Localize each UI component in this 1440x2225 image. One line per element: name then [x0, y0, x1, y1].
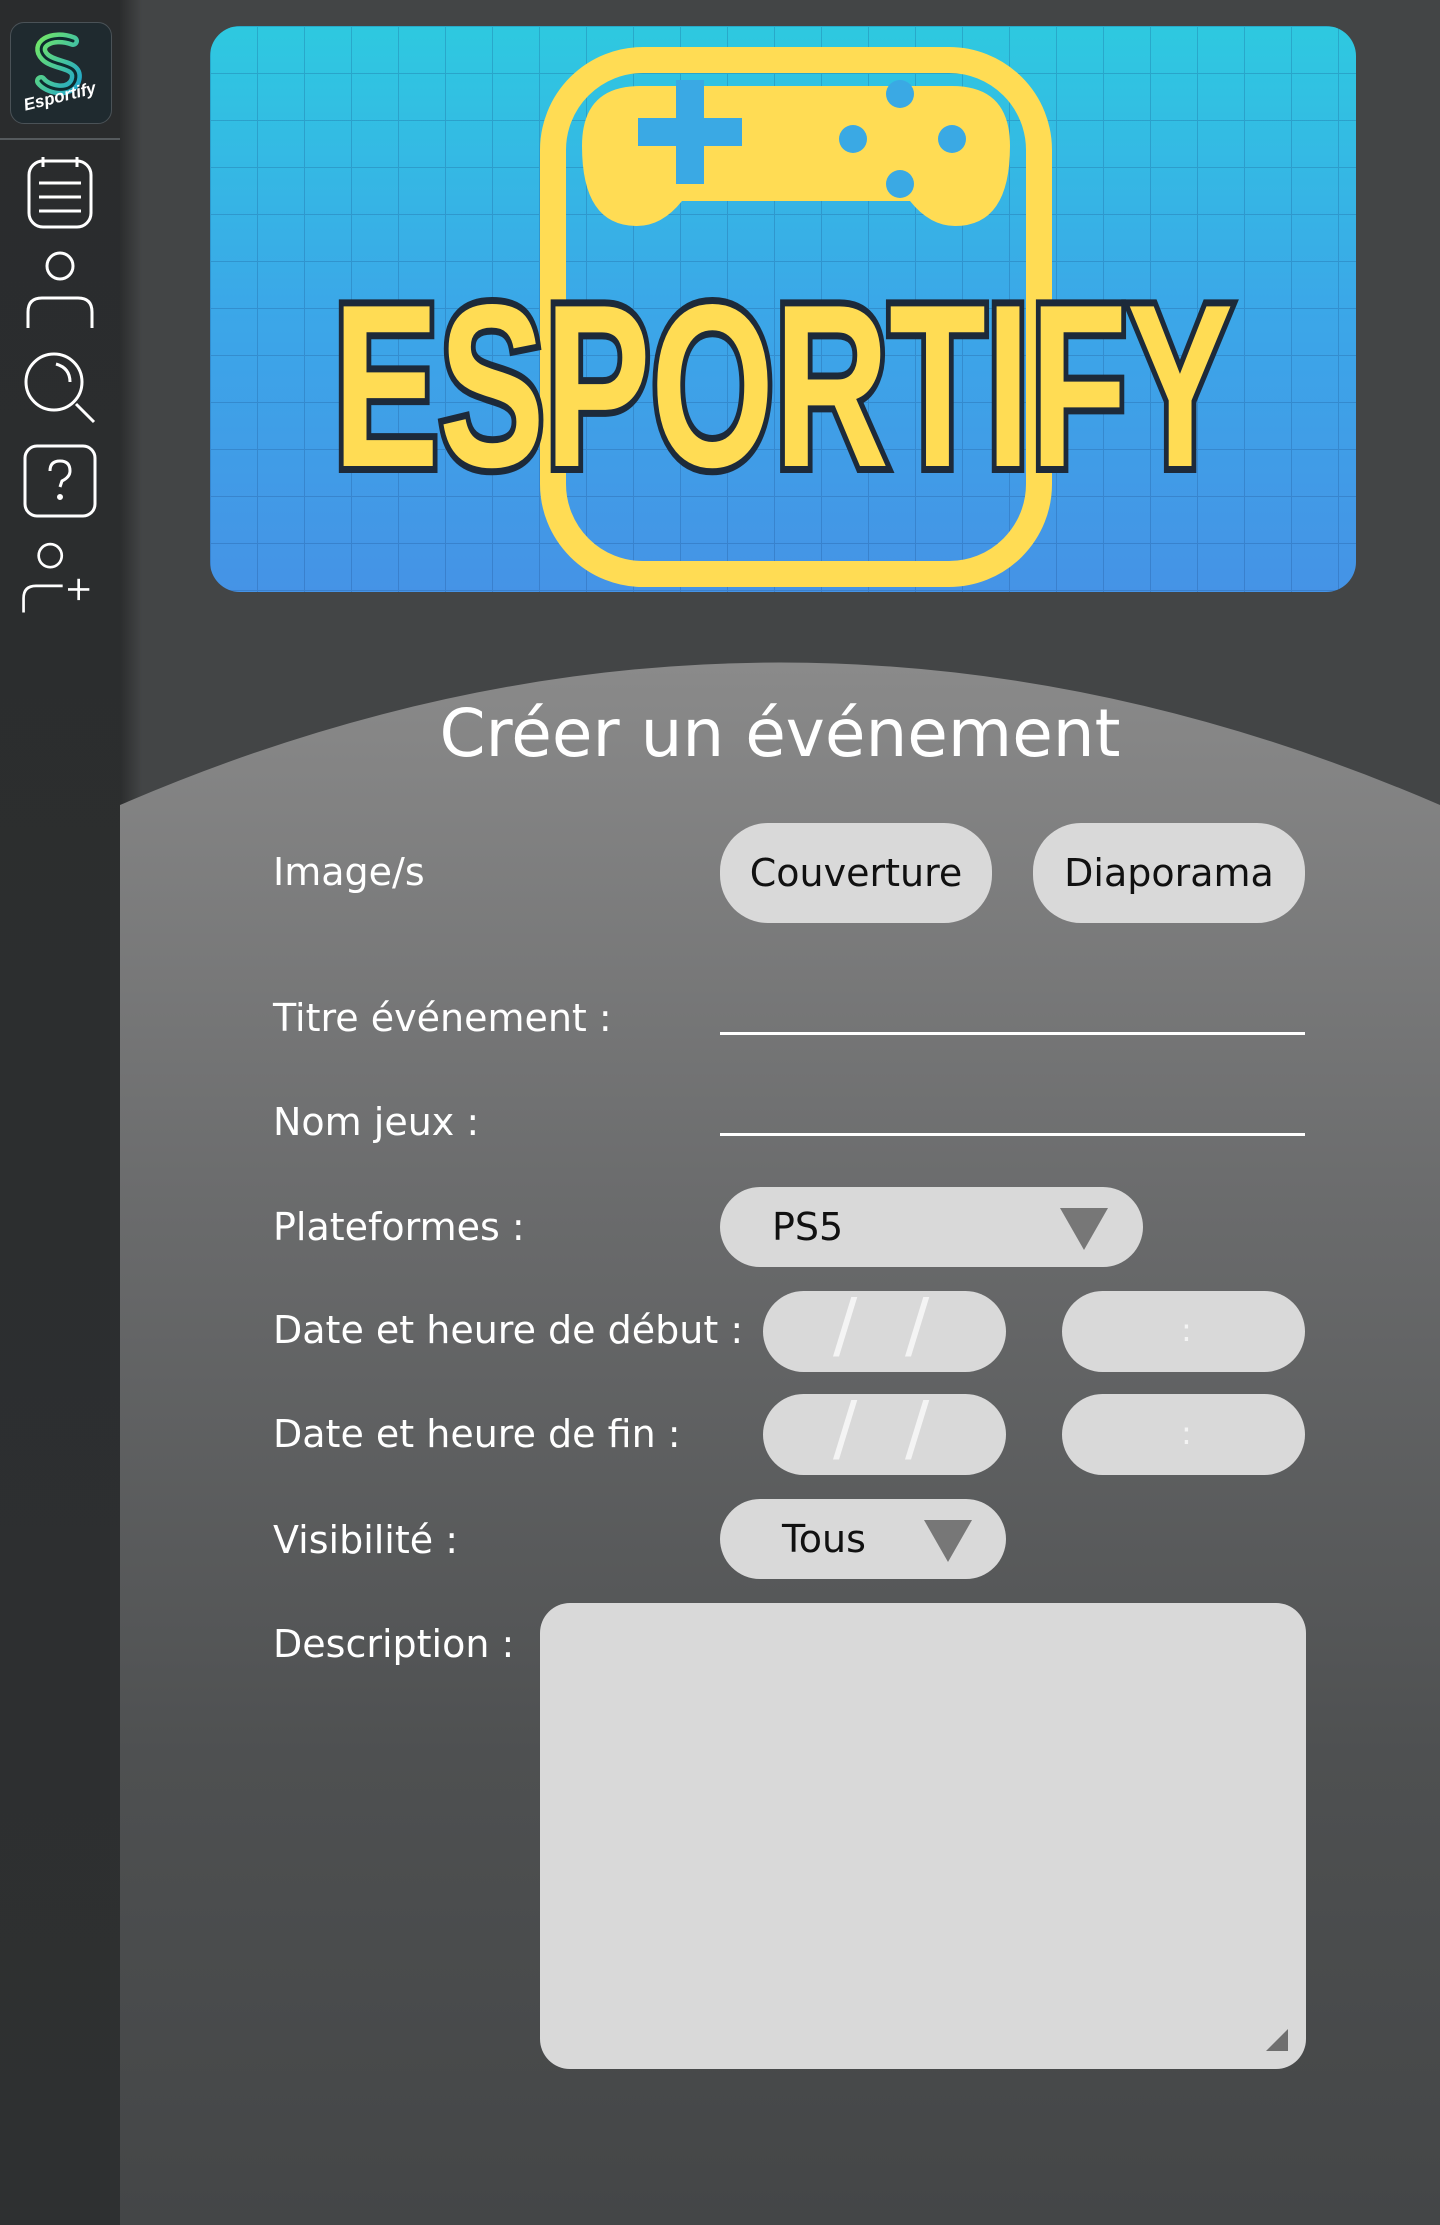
- slideshow-button[interactable]: Diaporama: [1033, 823, 1305, 923]
- end-time-input[interactable]: :: [1062, 1394, 1305, 1475]
- start-date-input[interactable]: / /: [763, 1283, 1006, 1372]
- platform-select-value: PS5: [772, 1205, 844, 1249]
- help-icon[interactable]: [20, 443, 100, 519]
- user-icon[interactable]: [20, 250, 100, 330]
- add-user-icon[interactable]: [20, 535, 100, 619]
- sidebar: Esportify: [0, 0, 120, 2225]
- event-title-input[interactable]: [720, 1032, 1305, 1035]
- calendar-list-icon[interactable]: [20, 155, 100, 231]
- start-datetime-label: Date et heure de début :: [273, 1308, 744, 1352]
- search-icon[interactable]: [20, 350, 100, 426]
- cover-button[interactable]: Couverture: [720, 823, 992, 923]
- event-title-label: Titre événement :: [273, 996, 612, 1040]
- platforms-label: Plateformes :: [273, 1205, 525, 1249]
- end-datetime-label: Date et heure de fin :: [273, 1412, 681, 1456]
- sidebar-divider: [0, 138, 120, 140]
- resize-handle-icon[interactable]: [1264, 2027, 1290, 2053]
- images-label: Image/s: [273, 850, 425, 894]
- banner-brand-text: ESPORTIFY: [333, 257, 1233, 516]
- game-name-label: Nom jeux :: [273, 1100, 480, 1144]
- chevron-down-icon: [924, 1520, 972, 1562]
- game-name-input[interactable]: [720, 1133, 1305, 1136]
- start-time-input[interactable]: :: [1062, 1291, 1305, 1372]
- chevron-down-icon: [1060, 1208, 1108, 1250]
- page-title: Créer un événement: [439, 695, 1121, 772]
- end-date-input[interactable]: / /: [763, 1386, 1006, 1475]
- esportify-logo[interactable]: Esportify: [10, 22, 112, 124]
- esportify-banner: ESPORTIFY: [210, 26, 1356, 592]
- visibility-select-value: Tous: [782, 1517, 866, 1561]
- visibility-select[interactable]: Tous: [720, 1499, 1006, 1579]
- description-label: Description :: [273, 1622, 515, 1666]
- visibility-label: Visibilité :: [273, 1518, 459, 1562]
- description-textarea[interactable]: [540, 1603, 1306, 2069]
- platform-select[interactable]: PS5: [720, 1187, 1143, 1267]
